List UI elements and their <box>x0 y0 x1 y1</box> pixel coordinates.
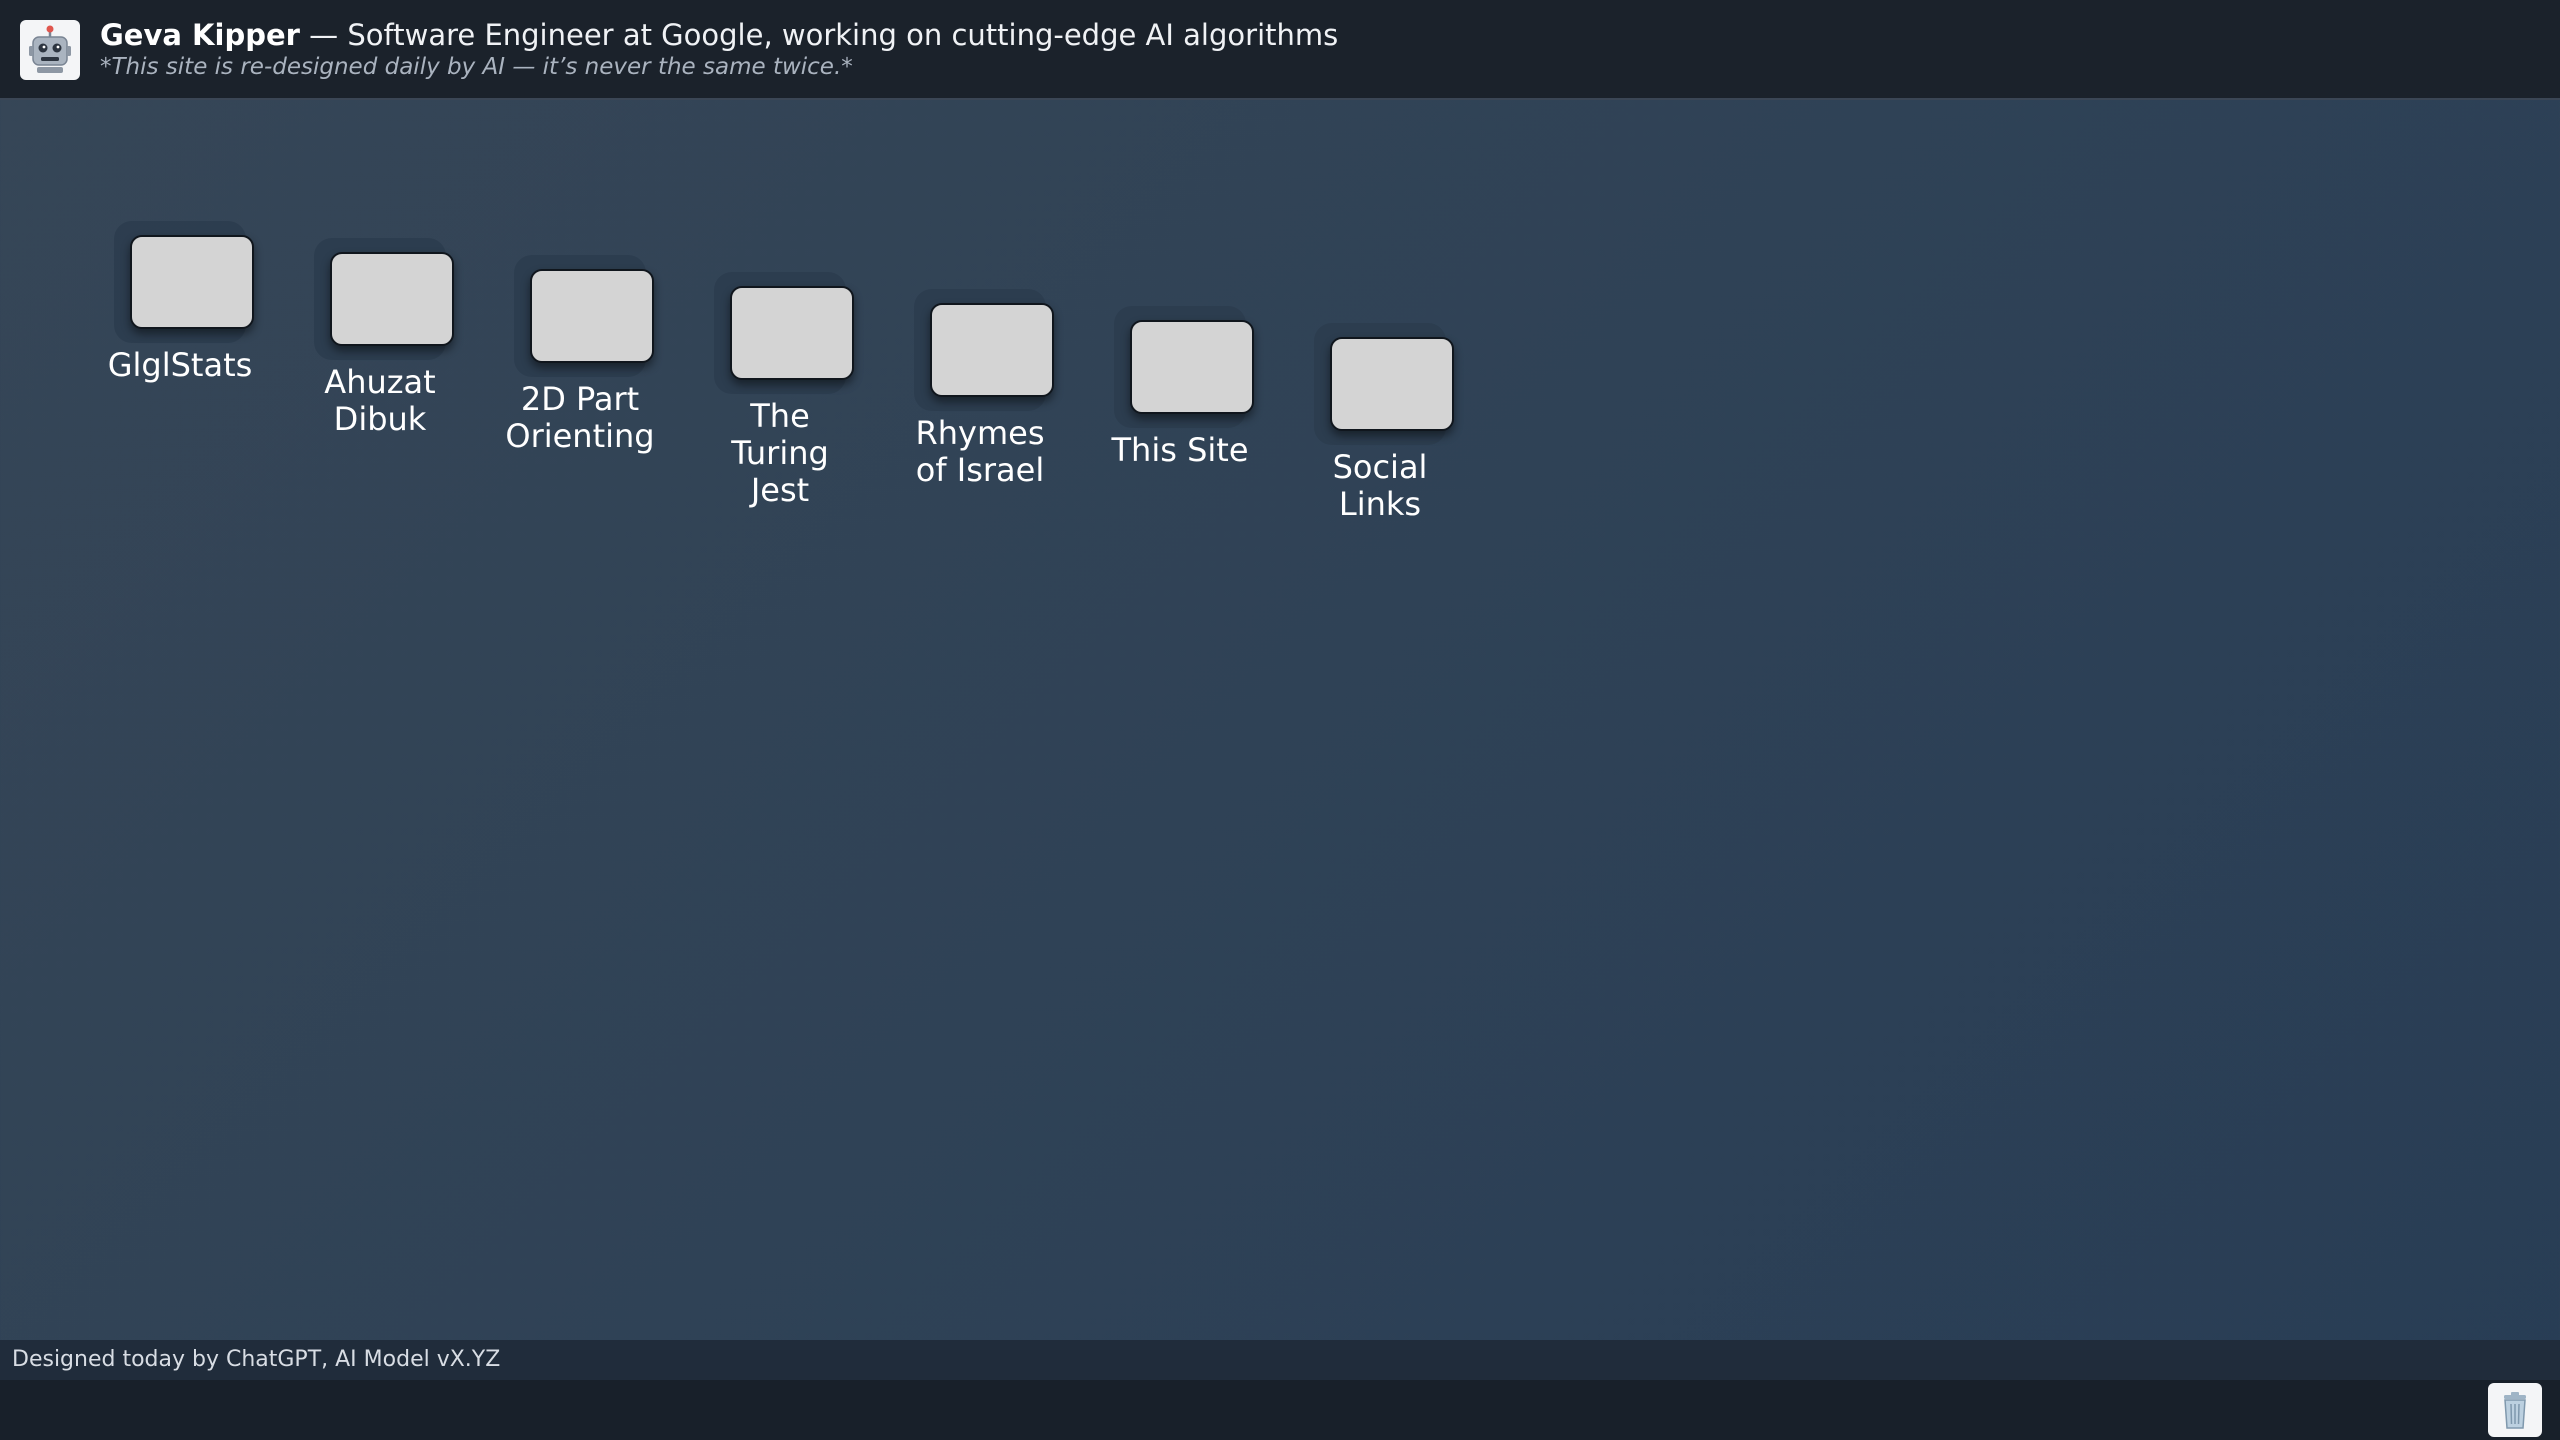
desktop-icon-label: This Site <box>1111 431 1249 469</box>
app-tile[interactable] <box>730 286 854 380</box>
footer-bar: Designed today by ChatGPT, AI Model vX.Y… <box>0 1340 2560 1380</box>
trash-icon[interactable] <box>2488 1383 2542 1437</box>
page-subtitle: *This site is re-designed daily by AI — … <box>100 54 853 80</box>
footer-credit: Designed today by ChatGPT, AI Model vX.Y… <box>12 1347 501 1372</box>
desktop-icon-label: Ahuzat Dibuk <box>324 363 436 438</box>
robot-icon <box>20 20 80 80</box>
author-tagline: — Software Engineer at Google, working o… <box>299 18 1339 52</box>
desktop-icon-label: The Turing Jest <box>731 397 829 509</box>
app-tile[interactable] <box>930 303 1054 397</box>
desktop-icon-label: GlglStats <box>107 346 253 384</box>
desktop-icon-label: Social Links <box>1332 448 1428 523</box>
taskbar <box>0 1380 2560 1440</box>
site-header: Geva Kipper — Software Engineer at Googl… <box>0 0 2560 100</box>
app-tile[interactable] <box>130 235 254 329</box>
desktop-icon-label: 2D Part Orienting <box>505 380 655 455</box>
desktop-icon-label: Rhymes of Israel <box>915 414 1045 489</box>
app-tile[interactable] <box>530 269 654 363</box>
page-title: Geva Kipper — Software Engineer at Googl… <box>100 18 1338 52</box>
author-name: Geva Kipper <box>100 18 300 52</box>
app-tile[interactable] <box>330 252 454 346</box>
app-tile[interactable] <box>1330 337 1454 431</box>
app-tile[interactable] <box>1130 320 1254 414</box>
